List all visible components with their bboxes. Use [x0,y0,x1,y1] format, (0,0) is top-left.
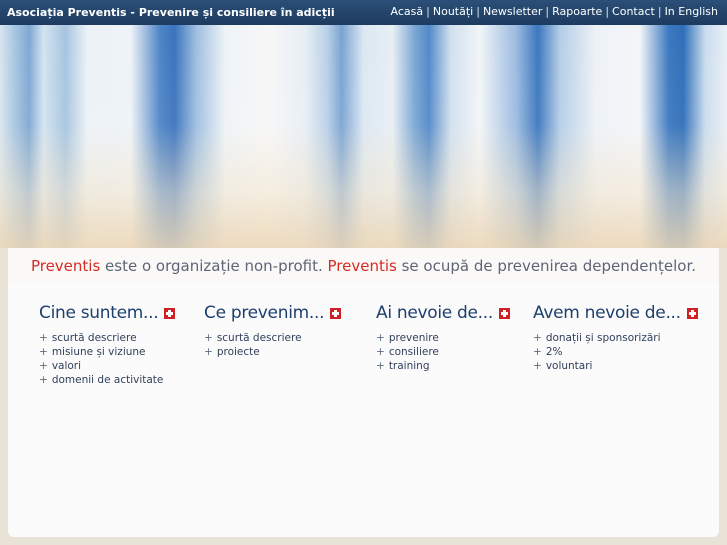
section-title[interactable]: Cine suntem... [39,303,176,323]
link-training[interactable]: training [389,360,430,372]
list-item: + scurtă descriere [39,331,175,345]
link-misiune-viziune[interactable]: misiune și viziune [52,346,146,358]
nav-news[interactable]: Noutăți [433,5,473,18]
list-item: + domenii de activitate [39,373,175,387]
section-link-list: + scurtă descriere + misiune și viziune + v… [39,331,175,387]
nav-separator: | [605,5,610,18]
list-item: + misiune și viziune [39,345,175,359]
site-title: Asociația Preventis - Prevenire și consi… [7,6,335,19]
tagline-text: este o organizație non-profit. [100,257,328,275]
link-2-la-suta[interactable]: 2% [546,346,563,358]
link-proiecte[interactable]: proiecte [217,346,260,358]
link-consiliere[interactable]: consiliere [389,346,439,358]
nav-newsletter[interactable]: Newsletter [483,5,542,18]
list-item: + proiecte [204,345,341,359]
section-cine-suntem: Cine suntem... + scurtă descriere + misiun… [39,303,176,387]
section-title-text: Ce prevenim... [204,303,325,323]
link-prefix: + [39,332,48,344]
link-prefix: + [204,346,213,358]
list-item: + training [376,359,510,373]
list-item: + valori [39,359,175,373]
section-link-list: + scurtă descriere + proiecte [204,331,341,359]
section-title-text: Cine suntem... [39,303,159,323]
tagline: Preventis este o organizație non-profit.… [8,248,719,284]
link-prefix: + [376,332,385,344]
section-title-text: Avem nevoie de... [533,303,681,323]
plus-badge-icon[interactable] [330,307,342,319]
section-link-list: + prevenire + consiliere + training [376,331,510,373]
link-scurta-descriere[interactable]: scurtă descriere [52,332,137,344]
link-voluntari[interactable]: voluntari [546,360,593,372]
link-prefix: + [204,332,213,344]
link-prefix: + [533,360,542,372]
link-scurta-descriere[interactable]: scurtă descriere [217,332,302,344]
link-prefix: + [533,332,542,344]
list-item: + consiliere [376,345,510,359]
tagline-brand: Preventis [30,257,101,275]
link-prefix: + [39,360,48,372]
section-title[interactable]: Avem nevoie de... [533,303,698,323]
section-ce-prevenim: Ce prevenim... + scurtă descriere + proiec… [204,303,342,359]
content-panel: Cine suntem... + scurtă descriere + misiun… [8,284,719,537]
nav-separator: | [657,5,662,18]
section-title-text: Ai nevoie de... [376,303,493,323]
nav-separator: | [426,5,430,18]
nav-reports[interactable]: Rapoarte [552,5,602,18]
plus-badge-icon[interactable] [164,307,176,319]
top-nav: Acasă | Noutăți | Newsletter | Rapoarte | Contac… [391,5,718,18]
top-bar: Asociația Preventis - Prevenire și consi… [0,0,727,25]
nav-contact[interactable]: Contact [612,5,655,18]
link-prefix: + [376,346,385,358]
plus-badge-icon[interactable] [499,307,510,319]
section-title[interactable]: Ai nevoie de... [376,303,510,323]
link-prefix: + [533,346,542,358]
link-prefix: + [376,360,385,372]
link-prefix: + [39,346,48,358]
tagline-brand: Preventis [327,257,397,275]
section-ai-nevoie-de: Ai nevoie de... + prevenire + consiliere +… [376,303,510,373]
hero-overlay [0,25,727,248]
section-title[interactable]: Ce prevenim... [204,303,342,323]
section-link-list: + donații și sponsorizări +2% + voluntari [533,331,698,373]
list-item: +2% [533,345,698,359]
nav-home[interactable]: Acasă [391,5,424,18]
list-item: + voluntari [533,359,698,373]
plus-badge-icon[interactable] [686,307,698,319]
list-item: + prevenire [376,331,510,345]
link-valori[interactable]: valori [52,360,81,372]
tagline-text: se ocupă de prevenirea dependențelor. [396,257,697,275]
link-domenii-activitate[interactable]: domenii de activitate [52,374,164,386]
list-item: + scurtă descriere [204,331,341,345]
link-donatii-sponsorizari[interactable]: donații și sponsorizări [546,332,661,344]
section-avem-nevoie-de: Avem nevoie de... + donații și sponsoriză… [533,303,698,373]
nav-separator: | [476,5,480,18]
hero-banner [0,25,727,248]
link-prevenire[interactable]: prevenire [389,332,439,344]
nav-english[interactable]: In English [665,5,718,18]
list-item: + donații și sponsorizări [533,331,698,345]
link-prefix: + [39,374,48,386]
nav-separator: | [545,5,550,18]
